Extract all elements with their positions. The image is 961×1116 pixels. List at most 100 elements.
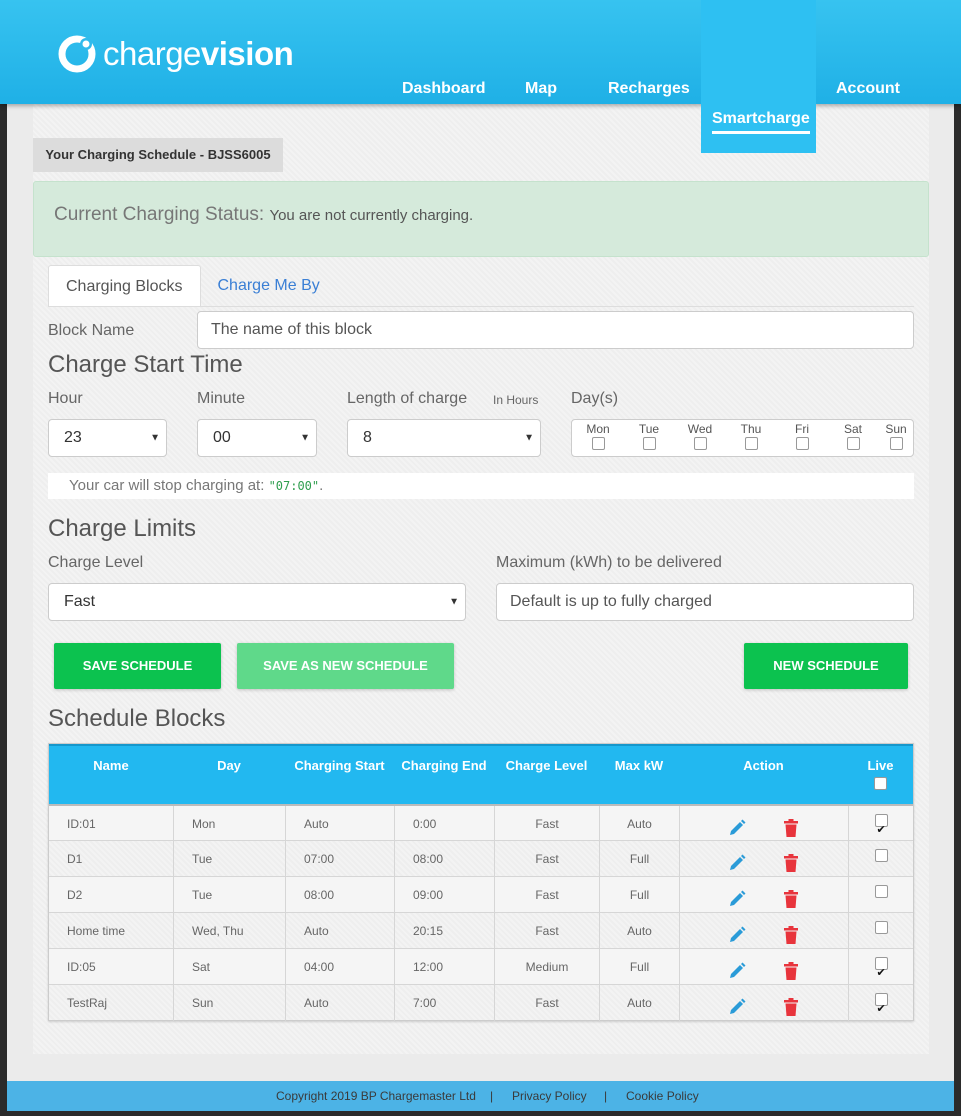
copyright-text: Copyright 2019 BP Chargemaster Ltd xyxy=(276,1089,476,1103)
nav-smartcharge[interactable]: Smartcharge xyxy=(701,0,816,153)
day-wed[interactable]: Wed xyxy=(685,422,715,451)
live-checkbox[interactable] xyxy=(874,955,888,991)
cell-name: D2 xyxy=(67,888,83,902)
cell-charging-end: 0:00 xyxy=(394,806,494,842)
cell-name: ID:01 xyxy=(67,817,96,831)
col-charging-start[interactable]: Charging Start xyxy=(285,758,394,773)
charge-level-select[interactable]: Fast ▼ xyxy=(48,583,466,621)
nav-recharges[interactable]: Recharges xyxy=(608,80,690,98)
cell-day: Mon xyxy=(173,806,285,842)
cell-charge-level: Medium xyxy=(494,949,599,985)
save-as-new-schedule-button[interactable]: SAVE AS NEW SCHEDULE xyxy=(237,643,454,689)
col-charge-level[interactable]: Charge Level xyxy=(494,758,599,773)
brand-name: chargevision xyxy=(103,35,294,72)
block-name-input[interactable]: The name of this block xyxy=(197,311,914,349)
max-kwh-input[interactable]: Default is up to fully charged xyxy=(496,583,914,621)
day-checkbox[interactable] xyxy=(591,437,605,451)
day-fri[interactable]: Fri xyxy=(787,422,817,451)
live-all-checkbox[interactable] xyxy=(874,776,887,790)
col-charging-end[interactable]: Charging End xyxy=(394,758,494,773)
cell-live xyxy=(848,913,913,949)
live-checkbox[interactable] xyxy=(874,885,888,899)
privacy-policy-link[interactable]: Privacy Policy xyxy=(512,1089,587,1103)
day-mon[interactable]: Mon xyxy=(583,422,613,451)
cell-live xyxy=(848,841,913,877)
table-row: TestRaj Sun Auto 7:00 Fast Auto xyxy=(49,984,913,1027)
day-checkbox[interactable] xyxy=(795,437,809,451)
max-kwh-label: Maximum (kWh) to be delivered xyxy=(496,554,722,571)
pencil-icon[interactable] xyxy=(728,994,746,1030)
cell-action xyxy=(679,806,848,842)
cell-action xyxy=(679,913,848,949)
day-sun[interactable]: Sun xyxy=(881,422,911,451)
tab-charge-me-by[interactable]: Charge Me By xyxy=(201,265,337,307)
day-checkbox[interactable] xyxy=(693,437,707,451)
length-select[interactable]: 8 ▼ xyxy=(347,419,541,457)
cell-name: D1 xyxy=(67,852,83,866)
cookie-policy-link[interactable]: Cookie Policy xyxy=(626,1089,699,1103)
block-name-label: Block Name xyxy=(48,322,135,339)
days-picker: Mon Tue Wed Thu Fri Sat Sun xyxy=(571,419,914,457)
col-max-kw[interactable]: Max kW xyxy=(599,758,679,773)
col-day[interactable]: Day xyxy=(173,758,285,773)
save-schedule-button[interactable]: SAVE SCHEDULE xyxy=(54,643,221,689)
chargevision-logo[interactable]: chargevision xyxy=(57,34,294,74)
cell-charge-level: Fast xyxy=(494,877,599,913)
col-name[interactable]: Name xyxy=(49,758,173,773)
cell-charge-level: Fast xyxy=(494,806,599,842)
charge-limits-heading: Charge Limits xyxy=(48,515,197,542)
cell-max-kw: Full xyxy=(599,877,679,913)
stop-charging-note: Your car will stop charging at: "07:00". xyxy=(48,473,914,499)
nav-dashboard[interactable]: Dashboard xyxy=(402,80,486,98)
live-checkbox[interactable] xyxy=(874,849,888,863)
nav-map[interactable]: Map xyxy=(525,80,557,98)
table-row: ID:05 Sat 04:00 12:00 Medium Full xyxy=(49,948,913,991)
day-checkbox[interactable] xyxy=(846,437,860,451)
cell-charging-start: Auto xyxy=(285,985,394,1021)
cell-charging-end: 09:00 xyxy=(394,877,494,913)
live-checkbox[interactable] xyxy=(874,812,888,848)
live-checkbox[interactable] xyxy=(874,991,888,1027)
cell-max-kw: Full xyxy=(599,841,679,877)
footer-separator: | xyxy=(490,1089,494,1103)
stop-time: "07:00" xyxy=(268,479,320,493)
schedule-title-tab: Your Charging Schedule - BJSS6005 xyxy=(33,138,283,172)
day-tue[interactable]: Tue xyxy=(634,422,664,451)
cell-charging-end: 7:00 xyxy=(394,985,494,1021)
cell-charge-level: Fast xyxy=(494,841,599,877)
cell-live xyxy=(848,949,913,991)
table-row: ID:01 Mon Auto 0:00 Fast Auto xyxy=(49,804,913,848)
block-name-placeholder: The name of this block xyxy=(211,321,372,338)
day-checkbox[interactable] xyxy=(889,437,903,451)
schedule-blocks-heading: Schedule Blocks xyxy=(48,705,226,732)
charge-level-label: Charge Level xyxy=(48,554,144,571)
col-action: Action xyxy=(743,758,784,773)
tab-charging-blocks[interactable]: Charging Blocks xyxy=(48,265,201,307)
status-label: Current Charging Status: You are not cur… xyxy=(54,204,474,225)
day-checkbox[interactable] xyxy=(642,437,656,451)
day-checkbox[interactable] xyxy=(744,437,758,451)
form-tabs: Charging Blocks Charge Me By xyxy=(48,265,337,307)
minute-label: Minute xyxy=(197,390,246,407)
hour-select[interactable]: 23 ▼ xyxy=(48,419,167,457)
chevron-down-icon: ▼ xyxy=(449,596,459,608)
live-checkbox[interactable] xyxy=(874,921,888,935)
page-footer: Copyright 2019 BP Chargemaster Ltd | Pri… xyxy=(7,1081,954,1111)
chevron-down-icon: ▼ xyxy=(524,432,534,444)
footer-separator: | xyxy=(604,1089,608,1103)
day-sat[interactable]: Sat xyxy=(838,422,868,451)
cell-action xyxy=(679,985,848,1021)
cell-day: Tue xyxy=(173,877,285,913)
new-schedule-button[interactable]: NEW SCHEDULE xyxy=(744,643,908,689)
trash-icon[interactable] xyxy=(783,994,799,1030)
charging-status-box: Current Charging Status: You are not cur… xyxy=(33,181,929,257)
cell-day: Sat xyxy=(173,949,285,985)
nav-account[interactable]: Account xyxy=(836,80,900,98)
cell-day: Wed, Thu xyxy=(173,913,285,949)
day-thu[interactable]: Thu xyxy=(736,422,766,451)
length-label: Length of charge xyxy=(347,390,468,407)
cell-live xyxy=(848,877,913,913)
minute-select[interactable]: 00 ▼ xyxy=(197,419,317,457)
status-text: You are not currently charging. xyxy=(269,207,474,224)
table-row: D2 Tue 08:00 09:00 Fast Full xyxy=(49,876,913,913)
